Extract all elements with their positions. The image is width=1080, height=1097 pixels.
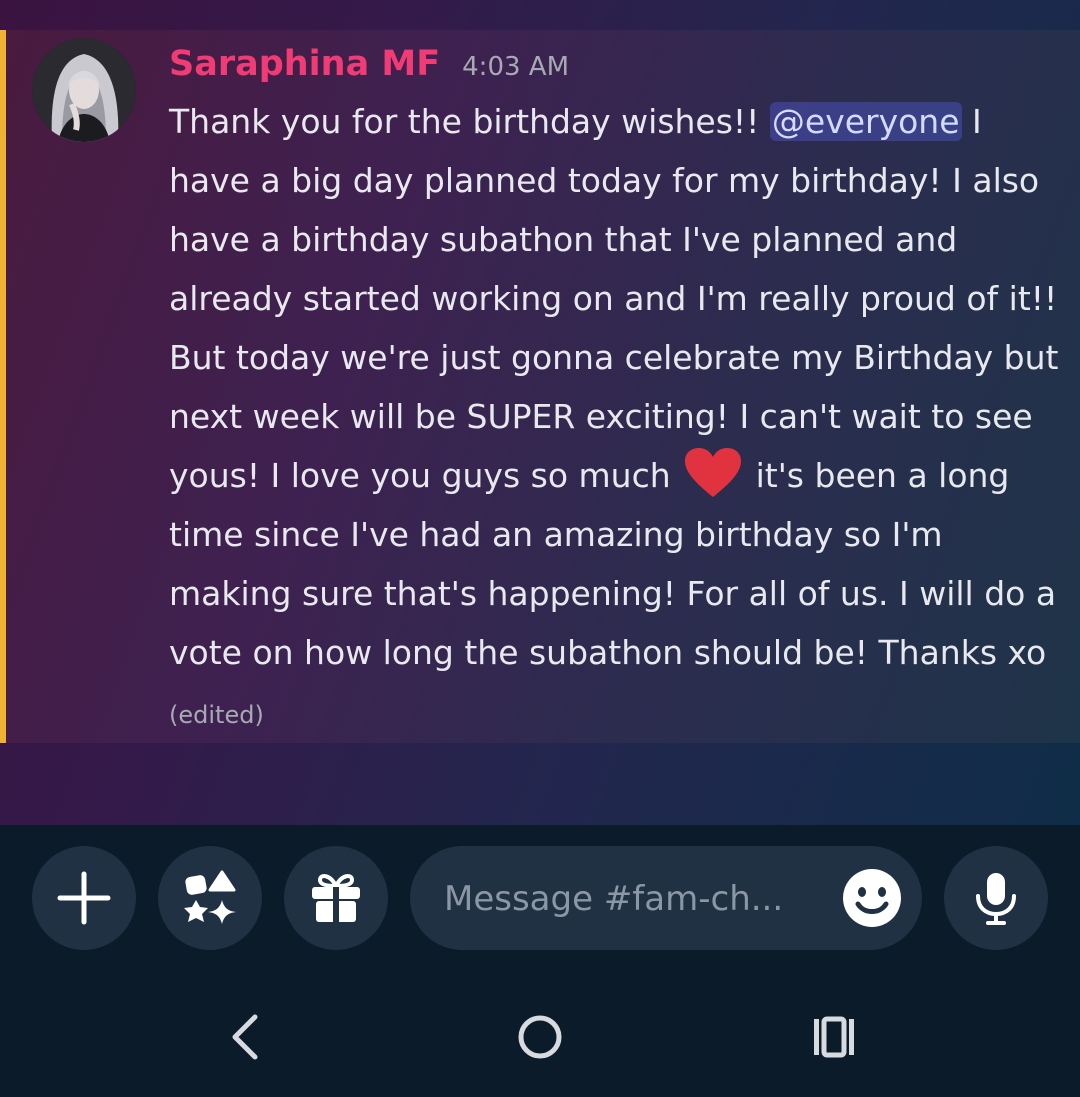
mention-everyone[interactable]: @everyone xyxy=(769,102,962,141)
username[interactable]: Saraphina MF xyxy=(169,44,440,84)
message-text: I have a big day planned today for my bi… xyxy=(169,102,1069,495)
message-composer xyxy=(0,825,1080,967)
voice-message-button[interactable] xyxy=(944,846,1048,950)
microphone-icon xyxy=(976,873,1016,925)
gift-icon xyxy=(312,874,360,922)
message-input[interactable] xyxy=(442,846,826,952)
gift-button[interactable] xyxy=(284,846,388,950)
apps-icon xyxy=(184,870,236,924)
message-header: Saraphina MF 4:03 AM xyxy=(169,44,569,84)
chat-area: Saraphina MF 4:03 AM Thank you for the b… xyxy=(0,0,1080,825)
recents-button[interactable] xyxy=(802,1005,866,1069)
plus-icon xyxy=(57,871,111,925)
mention-highlight-bar xyxy=(0,30,6,743)
heart-emoji[interactable] xyxy=(683,447,743,499)
home-button[interactable] xyxy=(508,1005,572,1069)
timestamp: 4:03 AM xyxy=(462,52,570,82)
back-button[interactable] xyxy=(213,1005,277,1069)
message[interactable]: Saraphina MF 4:03 AM Thank you for the b… xyxy=(0,30,1080,743)
back-icon xyxy=(232,1014,258,1060)
attach-button[interactable] xyxy=(32,846,136,950)
home-icon xyxy=(518,1015,562,1059)
apps-button[interactable] xyxy=(158,846,262,950)
message-text: Thank you for the birthday wishes!! xyxy=(169,102,770,141)
avatar[interactable] xyxy=(32,38,136,142)
emoji-icon[interactable] xyxy=(842,868,902,928)
system-navigation-bar xyxy=(0,967,1080,1097)
edited-label: (edited) xyxy=(169,701,264,729)
message-input-container[interactable] xyxy=(410,846,922,952)
recents-icon xyxy=(814,1016,854,1058)
message-content: Thank you for the birthday wishes!! @eve… xyxy=(169,92,1059,745)
